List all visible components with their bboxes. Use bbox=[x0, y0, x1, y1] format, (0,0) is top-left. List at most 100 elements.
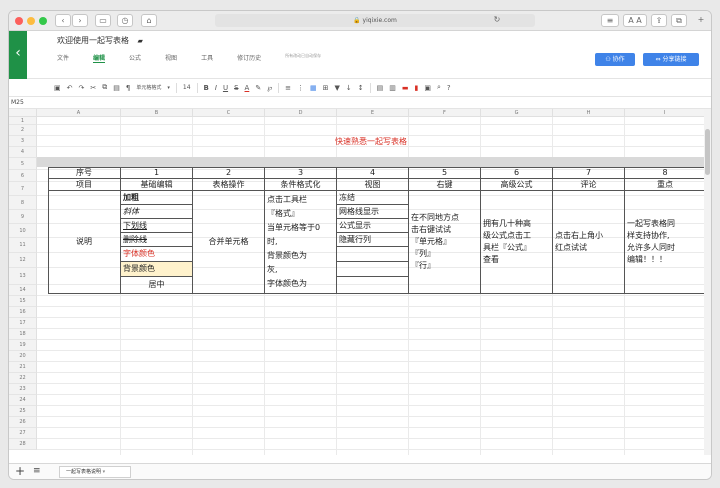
sheet-list-icon[interactable]: ≡ bbox=[33, 466, 41, 476]
borders-icon[interactable]: ⊞ bbox=[323, 84, 329, 92]
column-header-a[interactable]: A bbox=[37, 109, 121, 117]
font-color-example[interactable]: 字体颜色 bbox=[121, 247, 193, 262]
row-header[interactable]: 3 bbox=[9, 136, 37, 147]
format-painter-icon[interactable]: ¶ bbox=[126, 84, 130, 92]
strikethrough-example[interactable]: 删除线 bbox=[121, 233, 193, 247]
number-4[interactable]: 4 bbox=[337, 167, 409, 179]
column-icon[interactable]: ▥ bbox=[389, 84, 396, 92]
view-freeze[interactable]: 冻结 bbox=[337, 191, 409, 205]
header-number[interactable]: 序号 bbox=[48, 167, 121, 179]
back-icon[interactable]: ‹ bbox=[55, 14, 71, 27]
row-header[interactable]: 2 bbox=[9, 125, 37, 136]
zoom-window-button[interactable] bbox=[39, 17, 47, 25]
row-header[interactable]: 8 bbox=[9, 196, 37, 210]
new-tab-icon[interactable]: + bbox=[693, 14, 709, 27]
spreadsheet-grid[interactable]: A B C D E F G H I 1 2 3 4 5 6 7 8 9 10 11 12 13 14 15 1… bbox=[9, 109, 711, 455]
search-icon[interactable]: ⌕ bbox=[437, 83, 441, 92]
redo-icon[interactable]: ↷ bbox=[79, 84, 85, 92]
column-header-b[interactable]: B bbox=[121, 109, 193, 117]
tabs-icon[interactable]: ⧉ bbox=[671, 14, 687, 27]
number-5[interactable]: 5 bbox=[409, 167, 481, 179]
row-header[interactable]: 17 bbox=[9, 318, 37, 329]
font-size-dropdown[interactable]: 14 bbox=[183, 84, 191, 91]
item-comment[interactable]: 评论 bbox=[553, 179, 625, 191]
bold-button[interactable]: B bbox=[204, 84, 209, 92]
sheet-tab[interactable]: 一起写表格说明 ▾ bbox=[59, 466, 131, 478]
row-header[interactable]: 4 bbox=[9, 147, 37, 158]
share-link-button[interactable]: ⇔ 分享链接 bbox=[643, 53, 699, 66]
corner-header[interactable] bbox=[9, 109, 37, 117]
row-header[interactable]: 6 bbox=[9, 170, 37, 182]
number-3[interactable]: 3 bbox=[265, 167, 337, 179]
filter-icon[interactable]: ▼ bbox=[334, 84, 339, 92]
row-header[interactable]: 24 bbox=[9, 395, 37, 406]
key-point-text[interactable]: 一起写表格同 样支持协作, 允许多人同时 编辑！！！ bbox=[625, 191, 706, 294]
row-header[interactable]: 28 bbox=[9, 439, 37, 450]
row-header[interactable]: 18 bbox=[9, 329, 37, 340]
collab-button[interactable]: ⚇ 协作 bbox=[595, 53, 635, 66]
vertical-align-icon[interactable]: ⋮ bbox=[297, 84, 304, 92]
number-7[interactable]: 7 bbox=[553, 167, 625, 179]
row-header[interactable]: 21 bbox=[9, 362, 37, 373]
row-header[interactable]: 27 bbox=[9, 428, 37, 439]
back-arrow-icon[interactable]: ‹ bbox=[9, 31, 27, 79]
minimize-window-button[interactable] bbox=[27, 17, 35, 25]
merge-cells-icon[interactable]: ▦ bbox=[310, 84, 317, 92]
insert-row-icon[interactable]: ▬ bbox=[402, 84, 409, 92]
italic-example[interactable]: 斜体 bbox=[121, 205, 193, 219]
menu-file[interactable]: 文件 bbox=[57, 53, 69, 63]
chevron-down-icon[interactable]: ▾ bbox=[103, 469, 106, 475]
row-header[interactable]: 9 bbox=[9, 210, 37, 224]
strikethrough-button[interactable]: S bbox=[234, 84, 238, 92]
cut-icon[interactable]: ✂ bbox=[90, 84, 96, 92]
cell-reference-bar[interactable]: M25 bbox=[9, 97, 711, 109]
menu-view[interactable]: 视图 bbox=[165, 53, 177, 63]
row-header[interactable]: 20 bbox=[9, 351, 37, 362]
column-header-e[interactable]: E bbox=[337, 109, 409, 117]
menu-tools[interactable]: 工具 bbox=[201, 53, 213, 63]
sidebar-icon[interactable]: ▭ bbox=[95, 14, 111, 27]
cond-format-text[interactable]: 点击工具栏 『格式』 当单元格等于0 时, 背景颜色为 灰, 字体颜色为 bbox=[265, 191, 337, 294]
home-icon[interactable]: ⌂ bbox=[141, 14, 157, 27]
row-header[interactable]: 12 bbox=[9, 253, 37, 268]
cell-format-dropdown[interactable]: 单元格格式 bbox=[136, 84, 161, 91]
view-hide-rows[interactable]: 隐藏行列 bbox=[337, 233, 409, 247]
save-icon[interactable]: ▣ bbox=[54, 84, 61, 92]
sort-asc-icon[interactable]: ↓ bbox=[346, 84, 352, 92]
view-formulas[interactable]: 公式显示 bbox=[337, 219, 409, 233]
column-header-c[interactable]: C bbox=[193, 109, 265, 117]
row-header[interactable]: 22 bbox=[9, 373, 37, 384]
help-icon[interactable]: ? bbox=[447, 84, 451, 92]
column-header-i[interactable]: I bbox=[625, 109, 705, 117]
sort-desc-icon[interactable]: ↕ bbox=[358, 84, 364, 92]
merge-cells-example[interactable]: 合并单元格 bbox=[193, 191, 265, 294]
scrollbar-thumb[interactable] bbox=[705, 129, 710, 175]
label-description[interactable]: 说明 bbox=[48, 191, 121, 294]
chevron-down-icon[interactable]: ▾ bbox=[167, 85, 170, 91]
underline-button[interactable]: U bbox=[223, 84, 228, 92]
close-window-button[interactable] bbox=[15, 17, 23, 25]
menu-edit[interactable]: 编辑 bbox=[93, 53, 106, 63]
number-6[interactable]: 6 bbox=[481, 167, 553, 179]
item-right-click[interactable]: 右键 bbox=[409, 179, 481, 191]
paste-icon[interactable]: ▤ bbox=[113, 84, 120, 92]
align-icon[interactable]: ≡ bbox=[285, 84, 291, 92]
underline-example[interactable]: 下划线 bbox=[121, 219, 193, 233]
item-table-ops[interactable]: 表格操作 bbox=[193, 179, 265, 191]
right-click-text[interactable]: 在不同地方点 击右键试试 『单元格』 『列』 『行』 bbox=[409, 191, 481, 294]
font-color-button[interactable]: A bbox=[245, 84, 250, 92]
row-header[interactable]: 15 bbox=[9, 296, 37, 307]
row-header[interactable]: 23 bbox=[9, 384, 37, 395]
row-header[interactable]: 19 bbox=[9, 340, 37, 351]
view-gridlines[interactable]: 网格线显示 bbox=[337, 205, 409, 219]
row-header[interactable]: 7 bbox=[9, 182, 37, 196]
copy-icon[interactable]: ⧉ bbox=[102, 83, 107, 92]
menu-revision-history[interactable]: 修订历史 bbox=[237, 53, 261, 63]
freeze-icon[interactable]: ▤ bbox=[377, 84, 384, 92]
reader-icon[interactable]: ≡ bbox=[601, 14, 619, 27]
insert-column-icon[interactable]: ▮ bbox=[414, 84, 418, 92]
column-header-f[interactable]: F bbox=[409, 109, 481, 117]
comment-text[interactable]: 点击右上角小 红点试试 bbox=[553, 191, 625, 294]
row-header[interactable]: 11 bbox=[9, 238, 37, 253]
sheet-title[interactable]: 快速熟悉一起写表格 bbox=[37, 136, 705, 147]
